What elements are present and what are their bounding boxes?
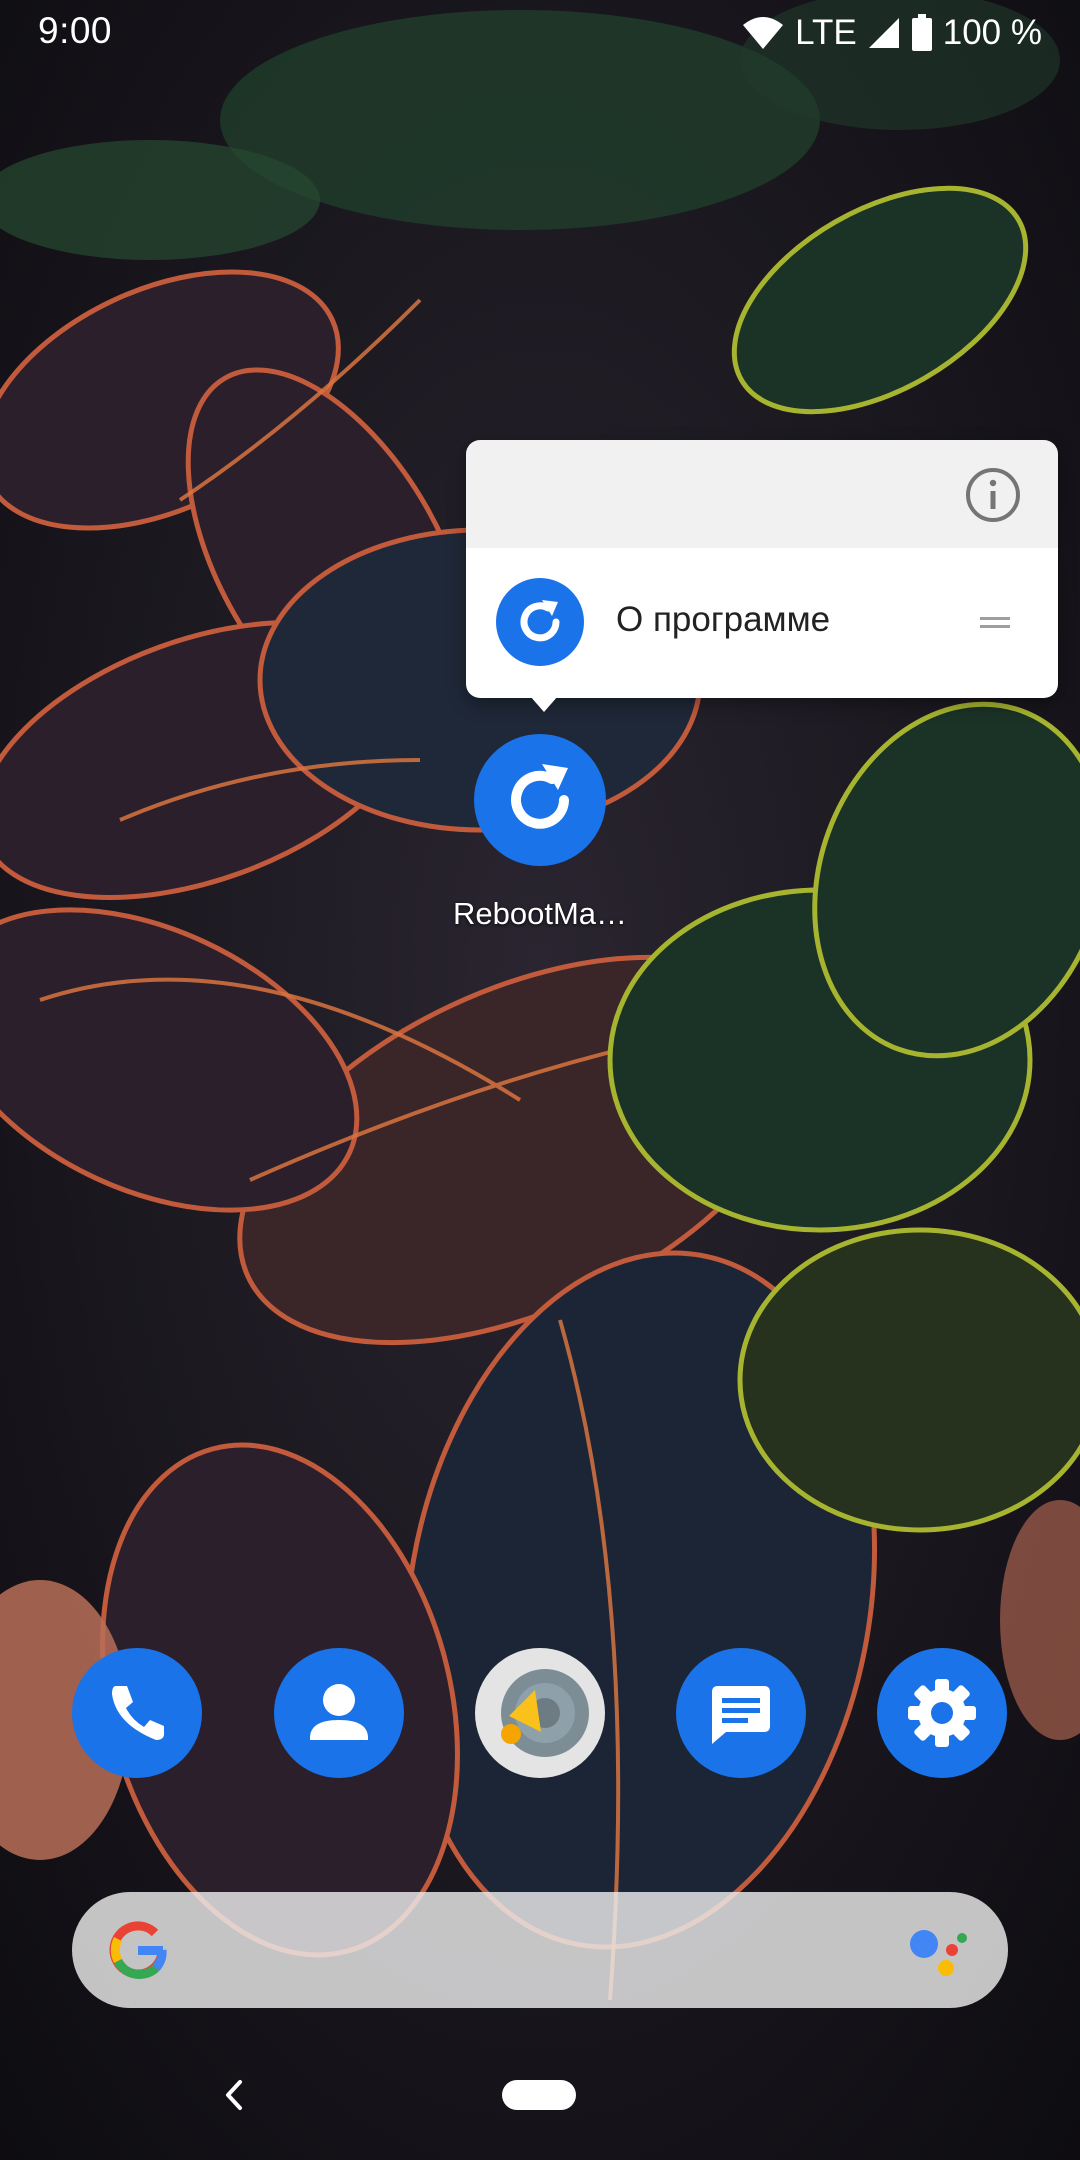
phone-icon <box>72 1648 202 1778</box>
reboot-manager-app[interactable]: RebootMa… <box>440 728 640 948</box>
reboot-app-icon <box>474 734 606 866</box>
app-label: RebootMa… <box>452 896 628 931</box>
google-search-bar[interactable] <box>72 1892 1008 2008</box>
back-icon[interactable] <box>210 2070 260 2120</box>
app-info-button[interactable] <box>964 466 1022 524</box>
network-type: LTE <box>795 13 857 52</box>
battery-percent: 100 % <box>942 13 1042 52</box>
speaker-app-icon <box>475 1648 605 1778</box>
contacts-icon <box>274 1648 404 1778</box>
contacts-app[interactable] <box>274 1648 404 1778</box>
assistant-icon[interactable] <box>906 1918 970 1982</box>
phone-app[interactable] <box>72 1648 202 1778</box>
cell-signal-icon <box>868 18 899 48</box>
clock: 9:00 <box>38 10 113 51</box>
info-icon <box>966 468 1020 522</box>
settings-app[interactable] <box>877 1648 1007 1778</box>
settings-icon <box>877 1648 1007 1778</box>
popup-header <box>466 440 1058 548</box>
home-pill[interactable] <box>502 2080 576 2110</box>
status-icons: LTE 100 % <box>741 10 1042 56</box>
reboot-app-icon <box>496 578 584 666</box>
app-shortcut-popup: О программе <box>466 440 1058 698</box>
popup-pointer <box>530 696 558 712</box>
wallpaper-image <box>0 0 1080 2160</box>
google-logo <box>109 1921 167 1979</box>
shortcut-item-label: О программе <box>616 600 831 639</box>
shortcut-item-about[interactable]: О программе <box>466 548 1058 698</box>
drag-handle-icon[interactable] <box>980 608 1010 638</box>
battery-icon <box>911 14 932 51</box>
home-screen: 9:00 LTE 100 % О программе RebootMa… <box>0 0 1080 2160</box>
messages-icon <box>676 1648 806 1778</box>
status-bar: 9:00 LTE 100 % <box>0 0 1080 66</box>
speaker-app[interactable] <box>475 1648 605 1778</box>
messages-app[interactable] <box>676 1648 806 1778</box>
wifi-icon <box>743 17 784 49</box>
